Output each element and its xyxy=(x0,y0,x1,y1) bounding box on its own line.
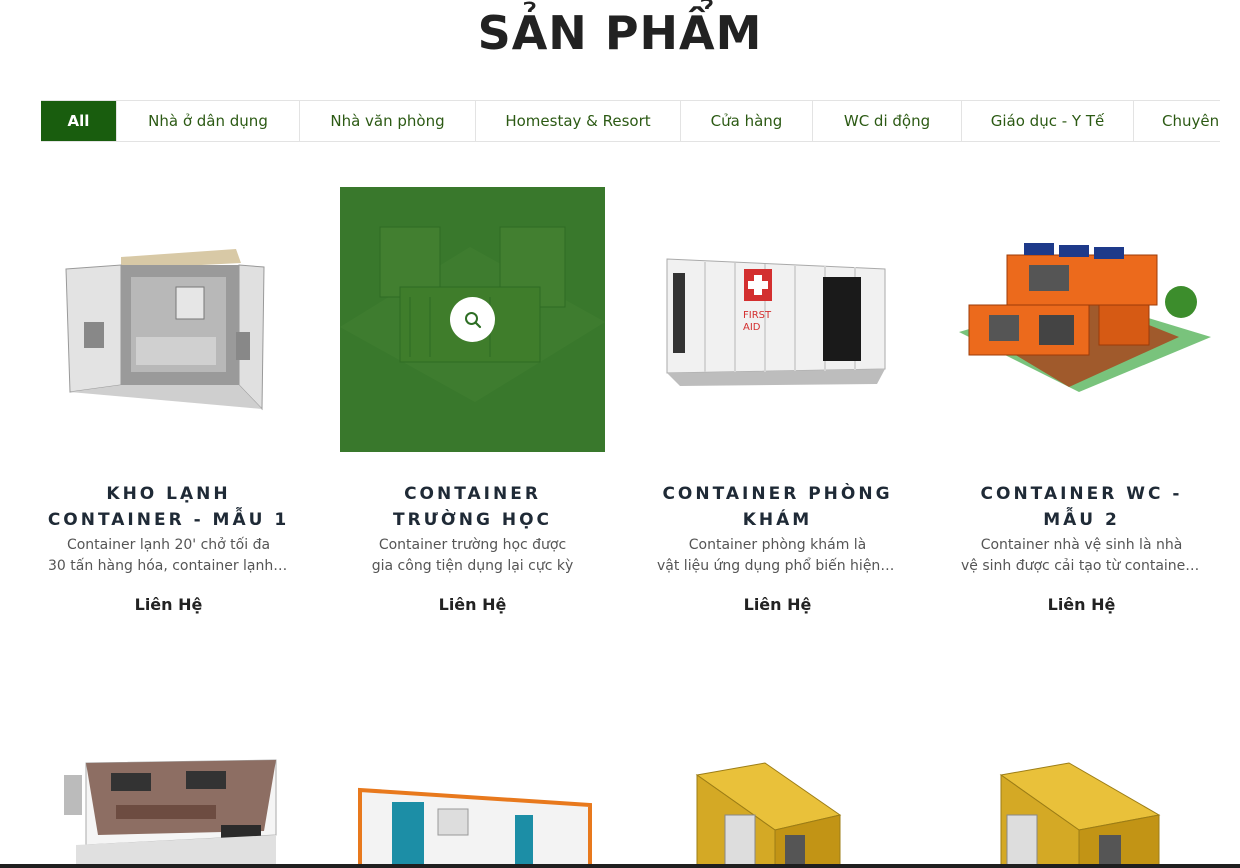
product-name[interactable]: CONTAINER WC - MẪU 2 xyxy=(949,481,1214,533)
contact-link[interactable]: Liên Hệ xyxy=(645,595,910,614)
filter-tab-residential[interactable]: Nhà ở dân dụng xyxy=(117,101,300,141)
yellow-container-image[interactable] xyxy=(645,735,910,868)
filter-tab-all[interactable]: All xyxy=(41,101,117,141)
product-image[interactable] xyxy=(949,187,1214,452)
filter-tab-homestay-resort[interactable]: Homestay & Resort xyxy=(476,101,681,141)
bottom-edge xyxy=(0,864,1240,868)
product-card xyxy=(949,735,1214,868)
product-name[interactable]: KHO LẠNH CONTAINER - MẪU 1 xyxy=(36,481,301,533)
contact-link[interactable]: Liên Hệ xyxy=(949,595,1214,614)
filter-tab-office[interactable]: Nhà văn phòng xyxy=(300,101,476,141)
yellow-container-image[interactable] xyxy=(949,735,1214,868)
product-name[interactable]: CONTAINER PHÒNG KHÁM xyxy=(645,481,910,533)
product-image[interactable] xyxy=(340,187,605,452)
contact-link[interactable]: Liên Hệ xyxy=(340,595,605,614)
product-description: Container lạnh 20' chở tối đa 30 tấn hàn… xyxy=(48,537,289,574)
filter-tab-education-health[interactable]: Giáo dục - Y Tế xyxy=(962,101,1134,141)
page-title: SẢN PHẨM xyxy=(477,6,763,60)
product-description: Container phòng khám là vật liệu ứng dụn… xyxy=(657,537,898,574)
contact-link[interactable]: Liên Hệ xyxy=(36,595,301,614)
wc-container-house-image xyxy=(959,243,1211,392)
product-card xyxy=(340,735,605,868)
office-container-image[interactable] xyxy=(36,735,301,868)
clinic-container-image: FIRST AID xyxy=(666,258,886,386)
product-card xyxy=(645,735,910,868)
filter-tab-mobile-wc[interactable]: WC di động xyxy=(813,101,962,141)
quick-view-button[interactable] xyxy=(450,297,495,342)
filter-tab-shop[interactable]: Cửa hàng xyxy=(681,101,813,141)
filter-tab-specialized[interactable]: Chuyên xyxy=(1134,101,1220,141)
portable-cabin-image[interactable] xyxy=(340,735,605,868)
cold-storage-container-image xyxy=(65,249,265,411)
product-card xyxy=(36,735,301,868)
product-description: Container nhà vệ sinh là nhà vệ sinh đượ… xyxy=(961,537,1202,574)
svg-text:AID: AID xyxy=(743,322,761,333)
search-icon xyxy=(464,311,481,328)
product-name[interactable]: CONTAINER TRƯỜNG HỌC xyxy=(340,481,605,533)
product-image[interactable] xyxy=(36,187,301,452)
product-image[interactable]: FIRST AID xyxy=(645,187,910,452)
first-aid-label: FIRST xyxy=(743,310,772,321)
product-description: Container trường học được gia công tiện … xyxy=(371,537,574,574)
product-filter-tabs: All Nhà ở dân dụng Nhà văn phòng Homesta… xyxy=(41,100,1220,142)
